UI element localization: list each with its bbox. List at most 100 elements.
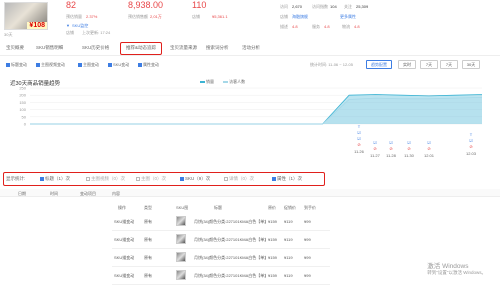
range-30-button[interactable]: 30天 [462,60,480,69]
date-range: 统计时间: 11-06 ~ 12-05 [310,62,353,67]
row-type: 原有 [144,237,152,242]
event-date: 11.27 [370,153,380,158]
tab-activity[interactable]: 活动分析 [242,45,260,51]
tab-sku-price[interactable]: SKU历史价格 [82,45,109,51]
sku-thumbnail[interactable] [176,234,186,244]
sku-thumbnail[interactable] [176,216,186,226]
stat-value: 4.8 [292,24,298,29]
sku-thumbnail[interactable] [176,270,186,280]
no-sign-icon[interactable]: ⊘ [370,146,380,152]
event-date: 12.01 [424,153,435,158]
no-sign-icon[interactable]: ⊘ [404,146,414,152]
row-final: ¥99 [304,273,311,278]
filter-item[interactable]: 主图变动 [78,62,99,68]
filter-item[interactable]: 属性变动 [138,62,159,68]
no-sign-icon[interactable]: ⊘ [354,142,364,148]
filter-item[interactable]: 主图视频变动 [36,62,65,68]
row-title: 月饼(34)颜色分类:227101KMA白色【单盒】 [194,237,266,242]
checkbox-icon [36,62,40,67]
sales-count-label: 预估销量 [66,14,82,19]
range-7b-button[interactable]: 7天 [440,60,458,69]
row-price: ¥159 [268,255,277,260]
filter-item[interactable]: SKU变动 [108,62,129,68]
sku-thumbnail[interactable] [176,252,186,262]
event-column[interactable]: ☑ ⊘ 11.28 [386,140,396,158]
event-column[interactable]: ☑ ⊘ 11.27 [370,140,380,158]
visitors-label: 店铺 [192,14,200,19]
row-final: ¥99 [304,255,311,260]
y-tick-label: 200 [19,93,26,98]
row-type: 原有 [144,273,152,278]
range-7-button[interactable]: 7天 [420,60,438,69]
event-column[interactable]: T ☑ ☑ ⊘ 11.26 [354,124,364,154]
table-row: SKU描变动 原有 月饼(34)颜色分类:227101KMA白色【单盒】 ¥15… [112,213,330,231]
highlight-active-tab [120,42,162,55]
event-column[interactable]: ☑ ⊘ 12.01 [424,140,434,158]
tab-overview[interactable]: 宝贝概要 [6,45,24,51]
event-date: 12.03 [466,151,477,156]
windows-activation-watermark: 激活 Windows 转到"设置"以激活 Windows。 [427,260,486,276]
subcolumn-header: 类型 [144,205,152,210]
subcolumn-header: 促销价 [284,205,296,210]
more-attributes-link[interactable]: 更多属性 [340,14,356,20]
no-sign-icon[interactable]: ⊘ [466,144,476,150]
row-type: 原有 [144,255,152,260]
subcolumn-header: 操作 [118,205,126,210]
trend-config-button[interactable]: 趋势配置 [366,60,392,69]
tab-bar: 宝贝概要 SKU销售明细 SKU历史价格 推荐&动态追踪 宝贝流量来源 搜索词分… [0,42,500,56]
arrow-icon: ▼ [66,23,70,28]
stat-label: 物流 [342,24,350,29]
visitors-value: 110 [192,0,207,10]
stat-label: 店铺 [280,14,288,19]
shop-link[interactable]: 海融旗舰 [292,14,308,20]
gmv-sub: 2,01万 [150,14,162,19]
product-thumbnail[interactable]: ¥108 [4,2,48,30]
stat-label: 关注 [344,4,352,9]
row-title: 月饼(34)颜色分类:227101KMA白色【单盒】 [194,273,266,278]
row-promo: ¥119 [284,255,293,260]
realtime-button[interactable]: 实时 [398,60,416,69]
no-sign-icon[interactable]: ⊘ [424,146,434,152]
event-column[interactable]: T ☑ ⊘ 12.03 [466,132,476,156]
stat-label: 描述 [280,24,288,29]
tab-traffic[interactable]: 宝贝流量来源 [170,45,197,51]
update-time: 上次更新: 17:24 [82,30,111,35]
checkbox-icon [108,62,112,67]
checkbox-icon [138,62,142,67]
event-column[interactable]: ☑ ⊘ 11.30 [404,140,414,158]
table-row: SKU描变动 原有 月饼(34)颜色分类:227101KMA白色【单盒】 ¥15… [112,231,330,249]
product-price-tag: ¥108 [27,22,47,29]
y-tick-label: 250 [19,86,26,91]
product-header: ¥108 82 预估销量 2.37% 8,938.00 预估销售额 2,01万 … [0,0,500,38]
days-label: 30天 [4,32,13,37]
no-sign-icon[interactable]: ⊘ [386,146,396,152]
y-tick-label: 100 [19,107,26,112]
legend-swatch [223,80,229,83]
trend-chart: 250200150100500 [19,86,483,126]
column-header: 日期 [18,191,26,196]
event-date: 11.28 [386,153,396,158]
row-op: SKU描变动 [114,237,135,242]
tab-keywords[interactable]: 搜索词分析 [206,45,229,51]
column-header: 内容 [112,191,120,196]
filter-item[interactable]: 标题变动 [6,62,27,68]
row-final: ¥99 [304,219,311,224]
column-header: 变动项目 [80,191,96,196]
gmv-label: 预估销售额 [128,14,148,19]
visitors-sub: ¥5,361.1 [212,14,228,19]
subcolumn-header: 原价 [268,205,276,210]
sales-pct: 2.37% [86,14,98,19]
shop-label: 店铺 [66,30,74,35]
sku-monitor-link[interactable]: SKU监控 [72,23,88,29]
subcolumn-header: SKU图 [176,205,189,210]
stat-label: 访问指数 [312,4,328,9]
column-header: 时间 [50,191,58,196]
event-date: 11.30 [404,153,414,158]
tab-sku-sales[interactable]: SKU销售明细 [36,45,63,51]
stat-label: 服务 [312,24,320,29]
sales-count: 82 [66,0,77,10]
row-promo: ¥119 [284,237,293,242]
stat-value: 104 [330,4,337,9]
table-row: SKU描变动 原有 月饼(34)颜色分类:227101KMA白色【单盒】 ¥15… [112,249,330,267]
watermark-line1: 激活 Windows [427,263,469,270]
